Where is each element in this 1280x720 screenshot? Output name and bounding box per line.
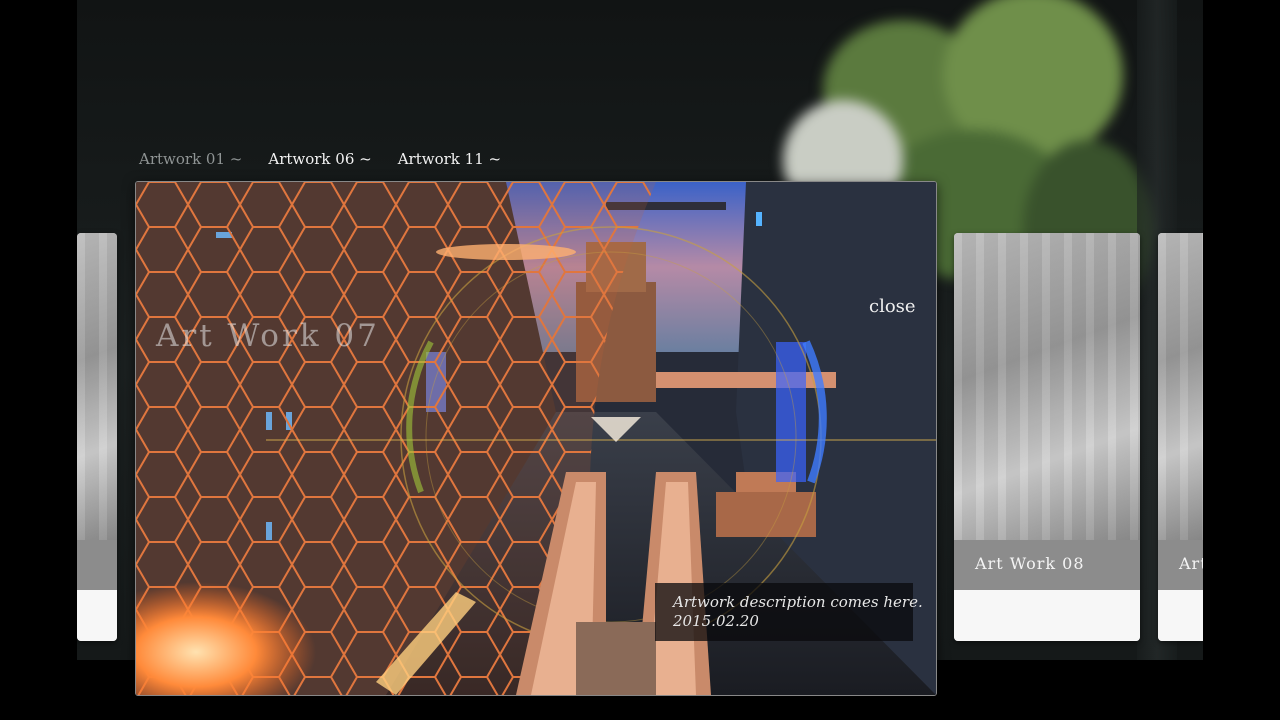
card-thumbnail bbox=[77, 233, 117, 540]
card-label: Art bbox=[1179, 554, 1203, 573]
artwork-caption: Artwork description comes here. 2015.02.… bbox=[655, 583, 923, 641]
card-label-strip bbox=[77, 540, 117, 590]
viewer-title: Art Work 07 bbox=[156, 318, 380, 354]
card-label-strip: Art bbox=[1158, 540, 1203, 590]
card-thumbnail bbox=[954, 233, 1140, 540]
card-footer bbox=[1158, 590, 1203, 641]
nav-tab-artwork-06[interactable]: Artwork 06 ~ bbox=[268, 150, 371, 168]
artwork-date: 2015.02.20 bbox=[673, 612, 759, 630]
card-thumbnail bbox=[1158, 233, 1203, 540]
gallery-card-next[interactable]: Art bbox=[1158, 233, 1203, 641]
nav-tab-artwork-01[interactable]: Artwork 01 ~ bbox=[139, 150, 242, 168]
card-label-strip: Art Work 08 bbox=[954, 540, 1140, 590]
card-label: Art Work 08 bbox=[975, 554, 1085, 573]
card-footer bbox=[77, 590, 117, 641]
nav-tab-artwork-11[interactable]: Artwork 11 ~ bbox=[398, 150, 501, 168]
artwork-viewer: Art Work 07 close Artwork description co… bbox=[135, 181, 937, 696]
close-button[interactable]: close bbox=[869, 296, 916, 317]
card-footer bbox=[954, 590, 1140, 641]
artwork-nav: Artwork 01 ~ Artwork 06 ~ Artwork 11 ~ bbox=[139, 150, 501, 168]
gallery-card-prev[interactable] bbox=[77, 233, 117, 641]
gallery-card-art-work-08[interactable]: Art Work 08 bbox=[954, 233, 1140, 641]
artwork-description: Artwork description comes here. bbox=[673, 593, 923, 611]
